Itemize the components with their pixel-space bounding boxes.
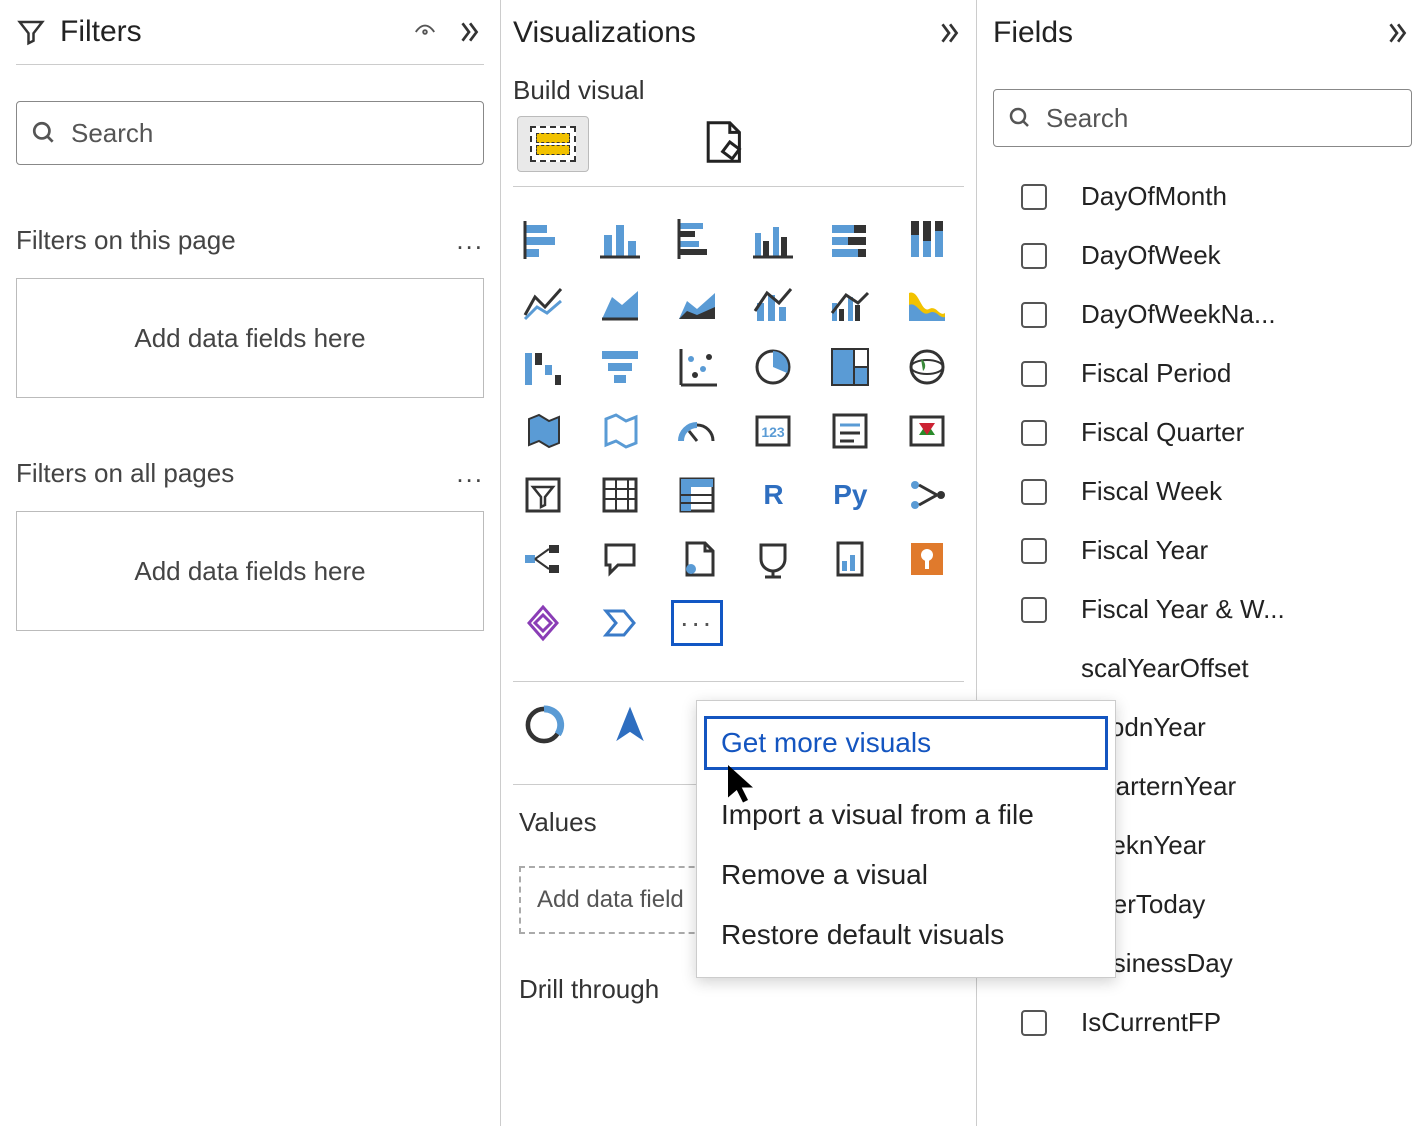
area-chart-icon[interactable] xyxy=(594,281,646,325)
line-chart-icon[interactable] xyxy=(517,281,569,325)
import-visual-item[interactable]: Import a visual from a file xyxy=(697,785,1115,845)
gauge-icon[interactable] xyxy=(671,409,723,453)
checkbox-icon[interactable] xyxy=(1021,479,1047,505)
checkbox-icon[interactable] xyxy=(1021,1010,1047,1036)
navigation-custom-icon[interactable] xyxy=(607,702,653,748)
table-icon[interactable] xyxy=(594,473,646,517)
visualizations-tabs xyxy=(513,106,964,187)
line-clustered-column-icon[interactable] xyxy=(824,281,876,325)
powerapps-icon[interactable] xyxy=(517,601,569,645)
field-item[interactable]: Fiscal Year xyxy=(993,523,1412,578)
field-item[interactable]: DayOfWeekNa... xyxy=(993,287,1412,342)
slicer-icon[interactable] xyxy=(517,473,569,517)
search-icon xyxy=(1008,106,1032,130)
restore-visuals-item[interactable]: Restore default visuals xyxy=(697,905,1115,965)
checkbox-icon[interactable] xyxy=(1021,420,1047,446)
cursor-icon xyxy=(727,765,759,810)
checkbox-icon[interactable] xyxy=(1021,597,1047,623)
kpi-icon[interactable] xyxy=(901,409,953,453)
line-stacked-column-icon[interactable] xyxy=(747,281,799,325)
decomposition-tree-icon[interactable] xyxy=(517,537,569,581)
hundred-stacked-column-icon[interactable] xyxy=(901,217,953,261)
collapse-icon[interactable] xyxy=(934,18,964,48)
filters-all-section-label: Filters on all pages ... xyxy=(16,458,484,489)
format-page-icon xyxy=(701,118,749,171)
scatter-icon[interactable] xyxy=(671,345,723,389)
checkbox-icon[interactable] xyxy=(1021,184,1047,210)
collapse-icon[interactable] xyxy=(454,17,484,47)
shape-map-icon[interactable] xyxy=(594,409,646,453)
checkbox-icon[interactable] xyxy=(1021,243,1047,269)
filters-search-input[interactable] xyxy=(71,118,469,149)
fields-search-input[interactable] xyxy=(1046,103,1397,134)
checkbox-icon[interactable] xyxy=(1021,302,1047,328)
field-item[interactable]: DayOfWeek xyxy=(993,228,1412,283)
powerautomate-icon[interactable] xyxy=(594,601,646,645)
field-item[interactable]: Fiscal Period xyxy=(993,346,1412,401)
field-item[interactable]: Fiscal Year & W... xyxy=(993,582,1412,637)
fields-search[interactable] xyxy=(993,89,1412,147)
treemap-icon[interactable] xyxy=(824,345,876,389)
field-item[interactable]: Fiscal Week xyxy=(993,464,1412,519)
filters-panel: Filters Filters on this page ... Add dat… xyxy=(0,0,500,1126)
filters-search[interactable] xyxy=(16,101,484,165)
stacked-column-icon[interactable] xyxy=(594,217,646,261)
key-influencers-icon[interactable] xyxy=(901,473,953,517)
divider xyxy=(513,681,964,682)
filters-title: Filters xyxy=(60,15,396,49)
funnel-icon[interactable] xyxy=(594,345,646,389)
filled-map-icon[interactable] xyxy=(517,409,569,453)
filters-all-drop[interactable]: Add data fields here xyxy=(16,511,484,631)
stacked-bar-icon[interactable] xyxy=(517,217,569,261)
card-icon[interactable]: 123 xyxy=(747,409,799,453)
clustered-bar-icon[interactable] xyxy=(671,217,723,261)
visualizations-panel: Visualizations Build visual xyxy=(501,0,976,1126)
map-icon[interactable] xyxy=(901,345,953,389)
ribbon-chart-icon[interactable] xyxy=(901,281,953,325)
format-visual-tab[interactable] xyxy=(689,116,761,172)
section-more-icon[interactable]: ... xyxy=(456,225,484,256)
remove-visual-item[interactable]: Remove a visual xyxy=(697,845,1115,905)
waterfall-icon[interactable] xyxy=(517,345,569,389)
get-more-visuals-button[interactable]: ··· xyxy=(671,601,723,645)
checkbox-icon[interactable] xyxy=(1021,538,1047,564)
checkbox-icon[interactable] xyxy=(1021,361,1047,387)
field-item[interactable]: DayOfMonth xyxy=(993,169,1412,224)
filters-page-section-label: Filters on this page ... xyxy=(16,225,484,256)
smart-narrative-icon[interactable] xyxy=(671,537,723,581)
filter-icon xyxy=(16,17,46,47)
filters-page-drop[interactable]: Add data fields here xyxy=(16,278,484,398)
field-item[interactable]: scalYearOffset xyxy=(993,641,1412,696)
clustered-column-icon[interactable] xyxy=(747,217,799,261)
field-item[interactable]: IsCurrentFP xyxy=(993,995,1412,1050)
arcgis-icon[interactable] xyxy=(901,537,953,581)
svg-text:123: 123 xyxy=(762,424,786,440)
goals-icon[interactable] xyxy=(747,537,799,581)
donut-custom-icon[interactable] xyxy=(521,702,567,748)
build-visual-tab[interactable] xyxy=(517,116,589,172)
visualization-type-grid: 123 R Py ··· xyxy=(513,187,964,655)
pie-chart-icon[interactable] xyxy=(747,345,799,389)
visuals-context-menu: Get more visuals Import a visual from a … xyxy=(696,700,1116,978)
matrix-icon[interactable] xyxy=(671,473,723,517)
get-more-visuals-item[interactable]: Get more visuals xyxy=(707,719,1105,767)
build-visual-icon xyxy=(530,126,576,162)
visualizations-title: Visualizations xyxy=(513,16,920,50)
hundred-stacked-bar-icon[interactable] xyxy=(824,217,876,261)
paginated-report-icon[interactable] xyxy=(824,537,876,581)
drill-through-label: Drill through xyxy=(519,974,964,1005)
build-visual-label: Build visual xyxy=(513,75,964,106)
ellipsis-icon: ··· xyxy=(671,600,723,646)
field-item[interactable]: Fiscal Quarter xyxy=(993,405,1412,460)
eye-icon[interactable] xyxy=(410,17,440,47)
py-visual-icon[interactable]: Py xyxy=(824,473,876,517)
stacked-area-icon[interactable] xyxy=(671,281,723,325)
r-visual-icon[interactable]: R xyxy=(747,473,799,517)
qna-icon[interactable] xyxy=(594,537,646,581)
section-more-icon[interactable]: ... xyxy=(456,458,484,489)
multirow-card-icon[interactable] xyxy=(824,409,876,453)
fields-title: Fields xyxy=(993,16,1368,50)
search-icon xyxy=(31,120,57,146)
collapse-icon[interactable] xyxy=(1382,18,1412,48)
